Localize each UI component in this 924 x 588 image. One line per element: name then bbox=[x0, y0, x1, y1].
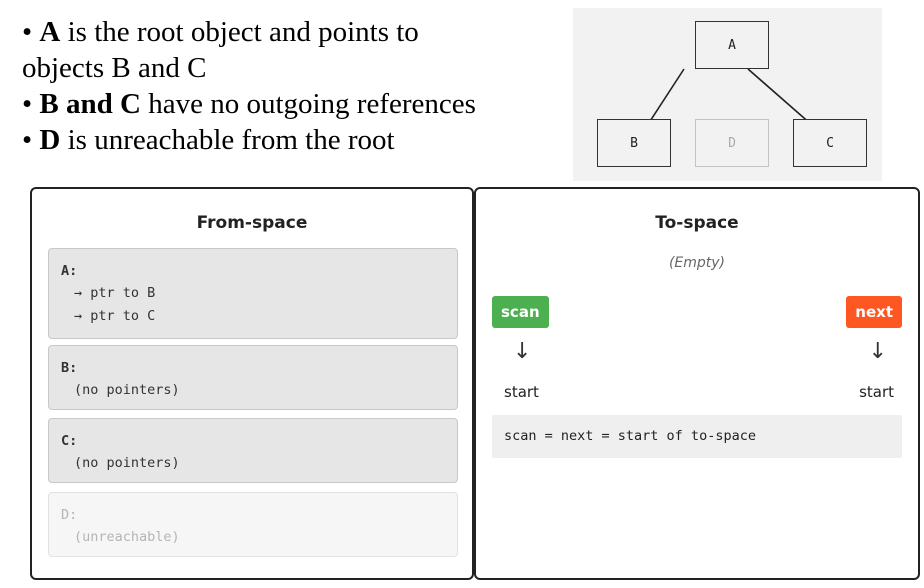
to-space-title: To-space bbox=[655, 213, 739, 233]
scan-down-arrow-icon: ↓ bbox=[513, 339, 532, 364]
object-b: B: (no pointers) bbox=[48, 345, 458, 410]
node-d: D bbox=[695, 119, 769, 167]
object-b-name: B: bbox=[61, 360, 78, 376]
object-a-ptr-c: → ptr to C bbox=[74, 308, 156, 324]
object-d-name: D: bbox=[61, 507, 78, 523]
next-pointer-badge: next bbox=[846, 296, 902, 328]
to-space-empty-label: (Empty) bbox=[668, 255, 726, 271]
object-a-ptr-b: → ptr to B bbox=[74, 285, 156, 301]
object-graph: A B D C bbox=[573, 8, 882, 181]
object-c-name: C: bbox=[61, 433, 78, 449]
bullet-bc: • B and C have no outgoing references bbox=[22, 88, 476, 120]
to-space-panel: To-space (Empty) scan next ↓ ↓ start sta… bbox=[474, 187, 920, 580]
node-b: B bbox=[597, 119, 671, 167]
bullet-d: • D is unreachable from the root bbox=[22, 124, 395, 156]
object-c: C: (no pointers) bbox=[48, 418, 458, 483]
bullet-a-cont: objects B and C bbox=[22, 52, 207, 84]
object-c-detail: (no pointers) bbox=[74, 455, 180, 471]
from-space-panel: From-space A: → ptr to B → ptr to C B: (… bbox=[30, 187, 474, 580]
object-a-name: A: bbox=[61, 263, 78, 279]
from-space-title: From-space bbox=[196, 213, 308, 233]
object-b-detail: (no pointers) bbox=[74, 382, 180, 398]
pointer-init-code: scan = next = start of to-space bbox=[492, 415, 902, 458]
scan-start-label: start bbox=[504, 383, 539, 401]
next-down-arrow-icon: ↓ bbox=[868, 339, 887, 364]
object-d: D: (unreachable) bbox=[48, 492, 458, 557]
object-d-detail: (unreachable) bbox=[74, 529, 180, 545]
node-c: C bbox=[793, 119, 867, 167]
object-a: A: → ptr to B → ptr to C bbox=[48, 248, 458, 339]
bullet-a: • A is the root object and points to bbox=[22, 16, 419, 48]
bullet-list: • A is the root object and points to obj… bbox=[22, 14, 562, 158]
next-start-label: start bbox=[859, 383, 894, 401]
node-a: A bbox=[695, 21, 769, 69]
scan-pointer-badge: scan bbox=[492, 296, 549, 328]
